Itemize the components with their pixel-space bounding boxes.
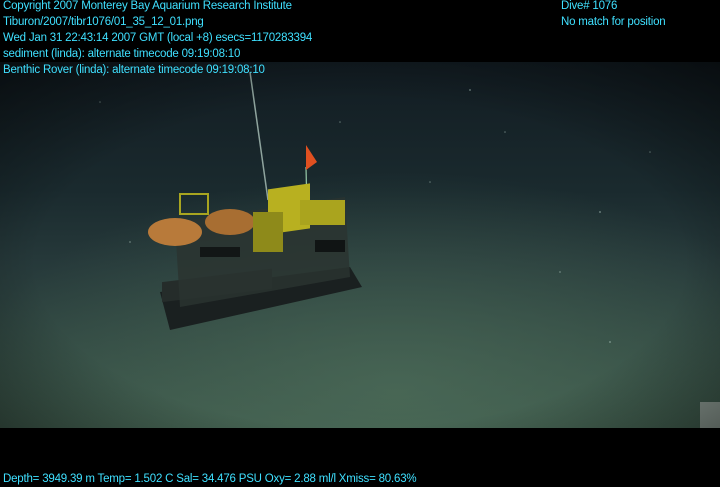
dive-number-text: Dive# 1076 — [561, 0, 618, 12]
seafloor-photo — [0, 62, 720, 428]
header-left-overlay: Copyright 2007 Monterey Bay Aquarium Res… — [3, 0, 312, 78]
telemetry-text: Depth= 3949.39 m Temp= 1.502 C Sal= 34.4… — [3, 473, 417, 485]
image-path-text: Tiburon/2007/tibr1076/01_35_12_01.png — [3, 16, 204, 28]
telemetry-footer: Depth= 3949.39 m Temp= 1.502 C Sal= 34.4… — [3, 471, 417, 487]
position-status-text: No match for position — [561, 16, 666, 28]
timestamp-text: Wed Jan 31 22:43:14 2007 GMT (local +8) … — [3, 32, 313, 44]
rover-timecode-text: Benthic Rover (linda): alternate timecod… — [3, 64, 265, 76]
sediment-timecode-text: sediment (linda): alternate timecode 09:… — [3, 48, 241, 60]
copyright-text: Copyright 2007 Monterey Bay Aquarium Res… — [3, 0, 292, 12]
header-right-overlay: Dive# 1076 No match for position — [561, 0, 666, 30]
